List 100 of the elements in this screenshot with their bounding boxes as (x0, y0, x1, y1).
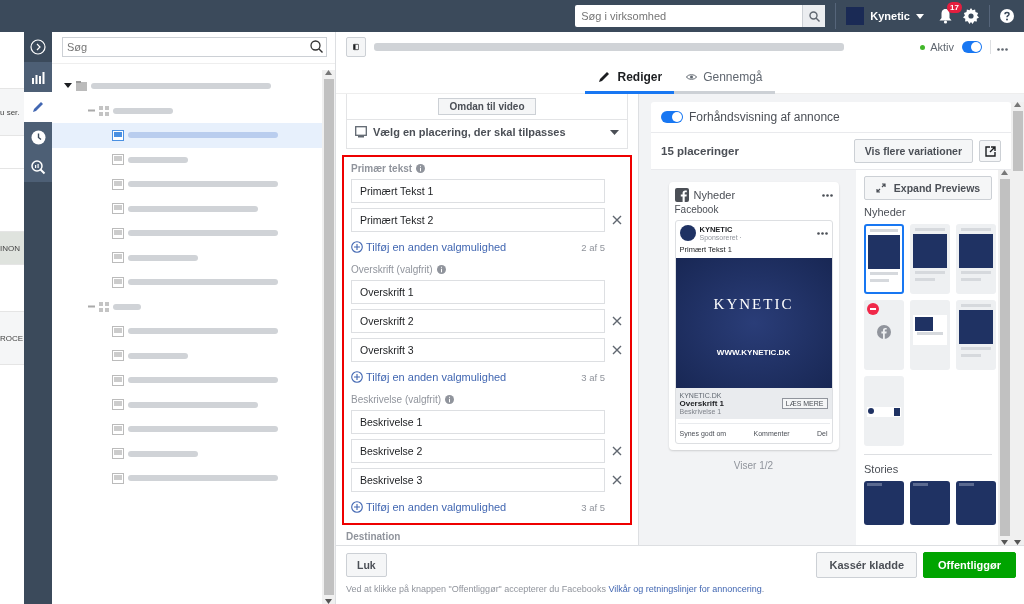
search-icon[interactable] (310, 40, 323, 53)
monitor-icon (112, 178, 124, 190)
monitor-icon (112, 374, 124, 386)
account-menu[interactable]: Kynetic (835, 3, 928, 29)
consent-text: Ved at klikke på knappen "Offentliggør" accepterer du Facebooks Vilkår og retningslinjer for annoncering. (346, 584, 766, 594)
scrollbar[interactable] (998, 170, 1011, 545)
expand-previews-button[interactable]: Expand Previews (864, 176, 992, 200)
more-icon[interactable] (821, 193, 833, 197)
scrollbar[interactable] (1011, 102, 1024, 545)
monitor-icon (112, 399, 124, 411)
more-icon[interactable] (816, 231, 828, 235)
external-link-icon (984, 145, 996, 157)
add-option-link[interactable]: Tilføj en anden valgmulighed (351, 241, 507, 253)
pager-text: Viser 1/2 (733, 460, 774, 471)
scroll-up-icon[interactable] (325, 70, 332, 75)
bar-chart-icon[interactable] (31, 70, 45, 84)
bell-icon[interactable] (938, 8, 953, 24)
option-count: 2 af 5 (581, 241, 605, 253)
close-icon[interactable] (611, 474, 623, 486)
group-title: Nyheder (864, 206, 907, 218)
monitor-icon (112, 350, 124, 362)
scroll-thumb[interactable] (1012, 111, 1023, 171)
search-field[interactable]: Søg (62, 37, 327, 57)
help-icon[interactable] (1000, 9, 1014, 23)
text-field[interactable]: Beskrivelse 2 (351, 439, 605, 463)
preview-thumbnail[interactable] (864, 376, 904, 446)
preview-toggle-label: Forhåndsvisning af annonce (689, 110, 840, 124)
preview-thumbnail[interactable] (956, 300, 996, 370)
scrollbar[interactable] (322, 70, 335, 604)
monitor-icon (112, 203, 124, 215)
close-icon[interactable] (611, 445, 623, 457)
close-button[interactable]: Luk (346, 553, 387, 577)
text-field[interactable]: Overskrift 3 (351, 338, 605, 362)
pencil-icon[interactable] (597, 69, 612, 84)
collapse-arrow-icon[interactable] (64, 83, 72, 90)
expand-icon (875, 183, 886, 193)
grid-icon (99, 301, 109, 312)
blurred-text (128, 352, 188, 359)
blurred-text (113, 107, 173, 114)
caret-icon (610, 129, 619, 135)
terms-link[interactable]: Vilkår og retningslinjer for annoncering (608, 584, 762, 594)
preview-thumbnail[interactable] (910, 224, 950, 294)
grid-icon (99, 105, 109, 116)
preview-thumbnail[interactable] (864, 481, 904, 525)
close-icon[interactable] (611, 344, 623, 356)
monitor-icon (112, 129, 124, 141)
folder-icon (76, 81, 87, 92)
info-icon[interactable] (445, 395, 455, 404)
convert-video-button[interactable]: Omdan til video (438, 98, 536, 115)
monitor-icon (355, 126, 367, 138)
scroll-up-icon[interactable] (1014, 102, 1021, 107)
preview-thumbnail[interactable] (864, 300, 904, 370)
close-icon[interactable] (611, 315, 623, 327)
preview-thumbnail[interactable] (956, 481, 996, 525)
toggle-switch[interactable] (661, 111, 683, 123)
scroll-up-icon[interactable] (1001, 170, 1008, 175)
more-icon[interactable] (997, 48, 1008, 51)
ad-headline: Overskrift 1 (679, 399, 725, 408)
text-field[interactable]: Overskrift 1 (351, 280, 605, 304)
expand-icon[interactable] (30, 39, 46, 55)
table-cell: ROCE (0, 333, 24, 343)
text-field[interactable]: Primært Tekst 2 (351, 208, 605, 232)
option-count: 3 af 5 (581, 501, 605, 513)
preview-thumbnail[interactable] (956, 224, 996, 294)
blocked-icon (867, 303, 879, 315)
table-cell: u ser. (0, 107, 20, 117)
monitor-icon (112, 448, 124, 460)
plus-circle-icon (351, 501, 363, 513)
info-icon[interactable] (436, 265, 446, 274)
text-field[interactable]: Primært Tekst 1 (351, 179, 605, 203)
settings-icon[interactable] (963, 8, 979, 24)
discard-draft-button[interactable]: Kassér kladde (816, 552, 918, 578)
panel-toggle-button[interactable] (346, 37, 366, 57)
external-link-button[interactable] (979, 140, 1001, 162)
scroll-down-icon[interactable] (325, 599, 332, 604)
monitor-icon (112, 276, 124, 288)
add-option-link[interactable]: Tilføj en anden valgmulighed (351, 501, 507, 513)
blurred-text (128, 254, 198, 261)
add-option-link[interactable]: Tilføj en anden valgmulighed (351, 371, 507, 383)
eye-icon (686, 72, 698, 81)
caret-icon (916, 13, 924, 19)
field-label: Beskrivelse (valgfrit) (351, 394, 442, 405)
search-field[interactable]: Søg i virksomhed (575, 5, 803, 27)
text-field[interactable]: Overskrift 2 (351, 309, 605, 333)
close-icon[interactable] (611, 214, 623, 226)
info-icon[interactable] (416, 164, 426, 173)
text-field[interactable]: Beskrivelse 3 (351, 468, 605, 492)
toggle-switch[interactable] (962, 41, 982, 53)
preview-thumbnail[interactable] (864, 224, 904, 294)
group-title: Stories (864, 463, 900, 475)
preview-thumbnail[interactable] (910, 300, 950, 370)
clock-icon[interactable] (30, 129, 46, 145)
status-label: Aktiv (930, 41, 954, 53)
preview-thumbnail[interactable] (910, 481, 950, 525)
text-field[interactable]: Beskrivelse 1 (351, 410, 605, 434)
facebook-icon (674, 188, 689, 202)
variations-button[interactable]: Vis flere variationer (853, 139, 973, 163)
magnifier-chart-icon[interactable] (30, 159, 46, 175)
monitor-icon (112, 154, 124, 166)
plus-circle-icon (351, 241, 363, 253)
